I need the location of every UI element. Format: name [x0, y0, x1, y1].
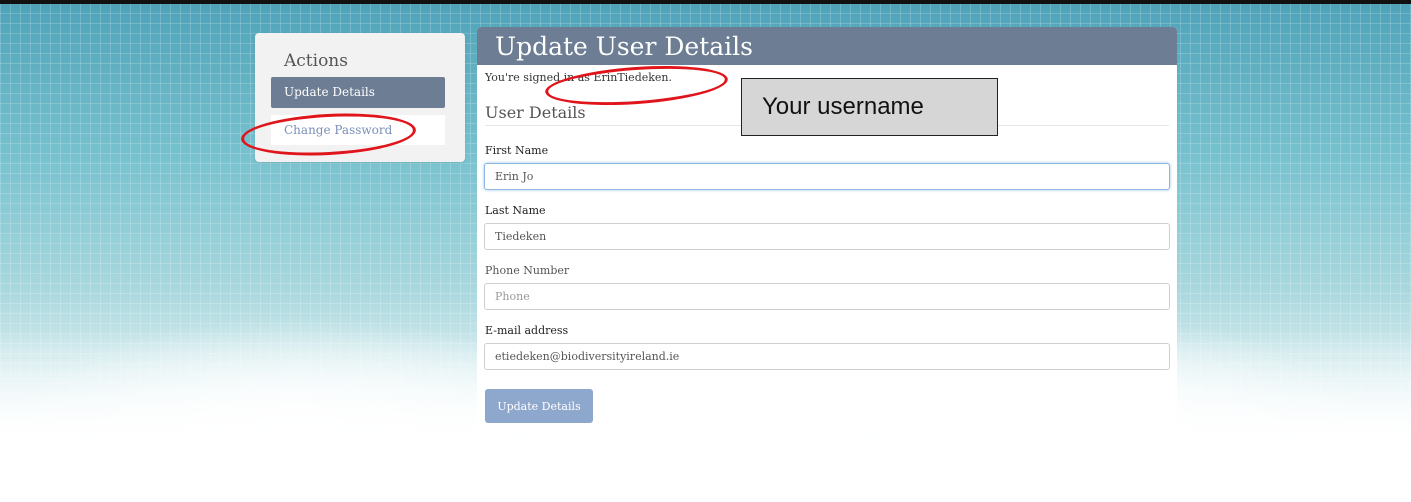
last-name-label: Last Name [485, 204, 546, 217]
page-title: Update User Details [477, 27, 1177, 65]
username-callout: Your username [741, 78, 998, 136]
email-field[interactable] [484, 343, 1170, 370]
email-label: E-mail address [485, 324, 569, 337]
last-name-field[interactable] [484, 223, 1170, 250]
sidebar-title: Actions [284, 51, 348, 71]
phone-field[interactable] [484, 283, 1170, 310]
phone-label: Phone Number [485, 264, 570, 277]
first-name-label: First Name [485, 144, 549, 157]
update-details-button[interactable]: Update Details [485, 389, 593, 423]
sidebar-item-update-details[interactable]: Update Details [271, 77, 445, 108]
first-name-field[interactable] [484, 163, 1170, 190]
section-title: User Details [485, 103, 586, 122]
